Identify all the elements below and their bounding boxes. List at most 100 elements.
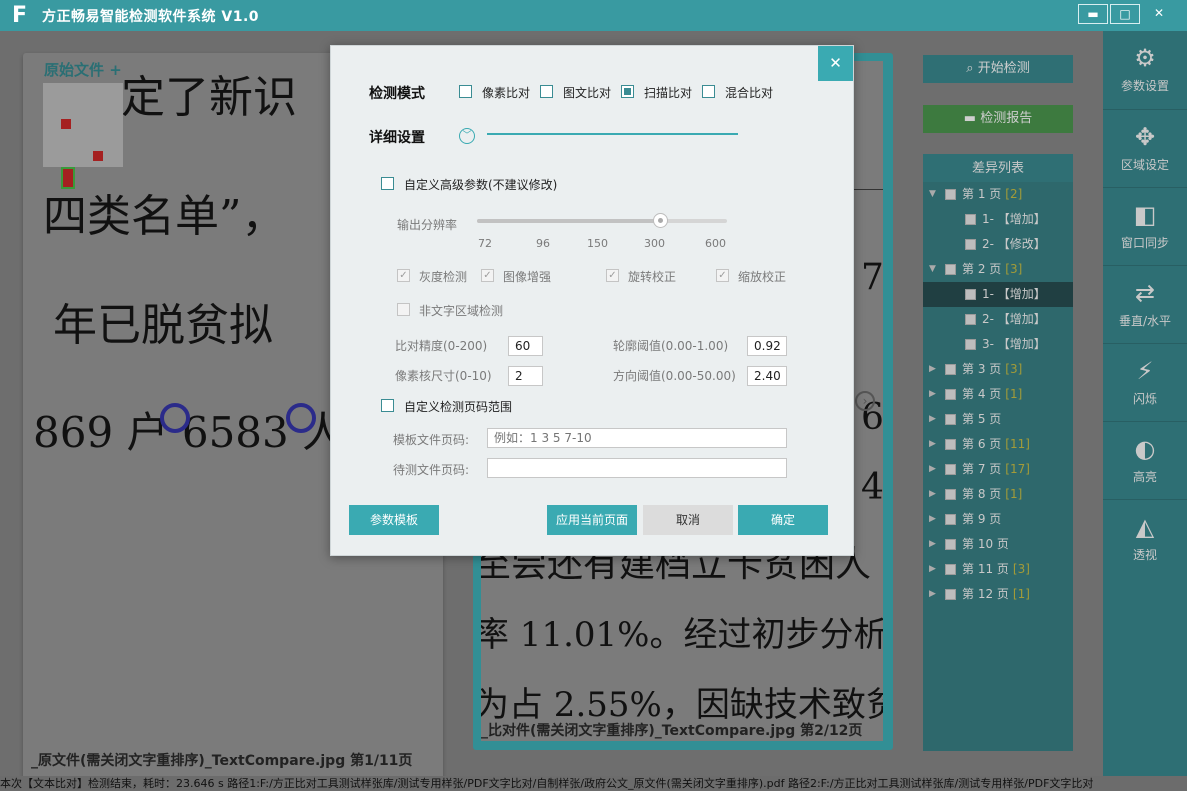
direction-input[interactable]: 2.40 (747, 366, 787, 386)
diff-checkbox[interactable] (945, 539, 956, 550)
non-text-label[interactable]: 非文字区域检测 (419, 302, 503, 319)
divider (487, 133, 738, 135)
diff-checkbox[interactable] (965, 289, 976, 300)
chevron-down-icon[interactable]: ▼ (929, 257, 936, 282)
diff-item-row[interactable]: 2- 【修改】 (923, 232, 1073, 257)
minimize-button[interactable]: ▬ (1078, 4, 1108, 24)
enhance-label[interactable]: 图像增强 (503, 268, 551, 285)
diff-checkbox[interactable] (965, 339, 976, 350)
diff-page-row[interactable]: ▶ 第 7 页 [17] (923, 457, 1073, 482)
chevron-right-icon[interactable]: ▶ (929, 432, 936, 457)
enhance-checkbox[interactable]: ✓ (481, 269, 494, 282)
diff-checkbox[interactable] (945, 589, 956, 600)
scale-checkbox[interactable]: ✓ (716, 269, 729, 282)
chevron-right-icon[interactable]: ▶ (929, 382, 936, 407)
custom-pages-checkbox[interactable] (381, 399, 394, 412)
next-diff-icon[interactable]: › (855, 391, 875, 411)
chevron-right-icon[interactable]: ▶ (929, 507, 936, 532)
mode-mixed-label[interactable]: 混合比对 (725, 84, 773, 101)
toolbar-perspective-button[interactable]: ◭ 透视 (1103, 499, 1187, 577)
diff-page-row[interactable]: ▶ 第 4 页 [1] (923, 382, 1073, 407)
non-text-checkbox[interactable] (397, 303, 410, 316)
diff-checkbox[interactable] (945, 464, 956, 475)
toolbar-swap-button[interactable]: ⇄ 垂直/水平 (1103, 265, 1187, 343)
diff-page-row[interactable]: ▶ 第 3 页 [3] (923, 357, 1073, 382)
diff-page-row[interactable]: ▶ 第 8 页 [1] (923, 482, 1073, 507)
diff-item-row[interactable]: 2- 【增加】 (923, 307, 1073, 332)
diff-count-badge: [1] (1005, 387, 1023, 401)
diff-checkbox[interactable] (945, 264, 956, 275)
custom-advanced-label[interactable]: 自定义高级参数(不建议修改) (404, 176, 557, 193)
rotate-label[interactable]: 旋转校正 (628, 268, 676, 285)
chevron-right-icon[interactable]: ▶ (929, 457, 936, 482)
diff-page-row[interactable]: ▶ 第 12 页 [1] (923, 582, 1073, 607)
chevron-right-icon[interactable]: ▶ (929, 557, 936, 582)
apply-current-page-button[interactable]: 应用当前页面 (547, 505, 637, 535)
diff-item-row[interactable]: 1- 【增加】 (923, 282, 1073, 307)
diff-checkbox[interactable] (965, 314, 976, 325)
diff-page-row[interactable]: ▶ 第 6 页 [11] (923, 432, 1073, 457)
diff-page-row[interactable]: ▶ 第 11 页 [3] (923, 557, 1073, 582)
diff-checkbox[interactable] (945, 514, 956, 525)
ok-button[interactable]: 确定 (738, 505, 828, 535)
mode-graphic-label[interactable]: 图文比对 (563, 84, 611, 101)
diff-checkbox[interactable] (945, 414, 956, 425)
toolbar-gear-button[interactable]: ⚙ 参数设置 (1103, 31, 1187, 109)
chevron-right-icon[interactable]: ▶ (929, 582, 936, 607)
diff-checkbox[interactable] (965, 214, 976, 225)
diff-checkbox[interactable] (945, 439, 956, 450)
diff-checkbox[interactable] (945, 189, 956, 200)
diff-page-row[interactable]: ▼ 第 2 页 [3] (923, 257, 1073, 282)
chevron-right-icon[interactable]: ▶ (929, 482, 936, 507)
toolbar-region-button[interactable]: ✥ 区域设定 (1103, 109, 1187, 187)
chevron-down-icon[interactable]: ﹀ (459, 128, 475, 144)
param-template-button[interactable]: 参数模板 (349, 505, 439, 535)
original-file-label[interactable]: 原始文件 + (44, 59, 122, 80)
page-thumbnail[interactable] (43, 83, 123, 189)
template-pages-input[interactable] (487, 428, 787, 448)
grayscale-checkbox[interactable]: ✓ (397, 269, 410, 282)
diff-page-row[interactable]: ▶ 第 10 页 (923, 532, 1073, 557)
contour-input[interactable]: 0.92 (747, 336, 787, 356)
chevron-right-icon[interactable]: ▶ (929, 357, 936, 382)
mode-graphic-checkbox[interactable] (540, 85, 553, 98)
rotate-checkbox[interactable]: ✓ (606, 269, 619, 282)
diff-item-row[interactable]: 1- 【增加】 (923, 207, 1073, 232)
dialog-close-button[interactable]: ✕ (818, 46, 853, 81)
diff-checkbox[interactable] (965, 239, 976, 250)
mode-scan-label[interactable]: 扫描比对 (644, 84, 692, 101)
grayscale-label[interactable]: 灰度检测 (419, 268, 467, 285)
precision-input[interactable]: 60 (508, 336, 543, 356)
kernel-input[interactable]: 2 (508, 366, 543, 386)
mode-pixel-checkbox[interactable] (459, 85, 472, 98)
right-toolbar: ⚙ 参数设置 ✥ 区域设定 ◧ 窗口同步 ⇄ 垂直/水平 ⚡ 闪烁 ◐ 高亮 ◭ 透视 (1103, 31, 1187, 776)
scale-label[interactable]: 缩放校正 (738, 268, 786, 285)
custom-advanced-checkbox[interactable] (381, 177, 394, 190)
toolbar-contrast-button[interactable]: ◐ 高亮 (1103, 421, 1187, 499)
test-pages-input[interactable] (487, 458, 787, 478)
mode-mixed-checkbox[interactable] (702, 85, 715, 98)
mode-pixel-label[interactable]: 像素比对 (482, 84, 530, 101)
toolbar-sync-window-button[interactable]: ◧ 窗口同步 (1103, 187, 1187, 265)
diff-checkbox[interactable] (945, 389, 956, 400)
diff-checkbox[interactable] (945, 364, 956, 375)
diff-page-row[interactable]: ▶ 第 5 页 (923, 407, 1073, 432)
close-window-button[interactable]: ✕ (1144, 4, 1174, 24)
diff-page-row[interactable]: ▶ 第 9 页 (923, 507, 1073, 532)
diff-page-row[interactable]: ▼ 第 1 页 [2] (923, 182, 1073, 207)
maximize-button[interactable]: □ (1110, 4, 1140, 24)
mode-scan-checkbox[interactable] (621, 85, 634, 98)
cancel-button[interactable]: 取消 (643, 505, 733, 535)
start-detect-button[interactable]: ⌕ 开始检测 (923, 55, 1073, 83)
detect-report-button[interactable]: ▬ 检测报告 (923, 105, 1073, 133)
resolution-slider-handle[interactable] (653, 213, 668, 228)
diff-item-row[interactable]: 3- 【增加】 (923, 332, 1073, 357)
chevron-right-icon[interactable]: ▶ (929, 532, 936, 557)
chevron-down-icon[interactable]: ▼ (929, 182, 936, 207)
toolbar-flash-button[interactable]: ⚡ 闪烁 (1103, 343, 1187, 421)
diff-checkbox[interactable] (945, 489, 956, 500)
diff-checkbox[interactable] (945, 564, 956, 575)
diff-count-badge: [11] (1005, 437, 1030, 451)
chevron-right-icon[interactable]: ▶ (929, 407, 936, 432)
custom-pages-label[interactable]: 自定义检测页码范围 (404, 398, 512, 415)
